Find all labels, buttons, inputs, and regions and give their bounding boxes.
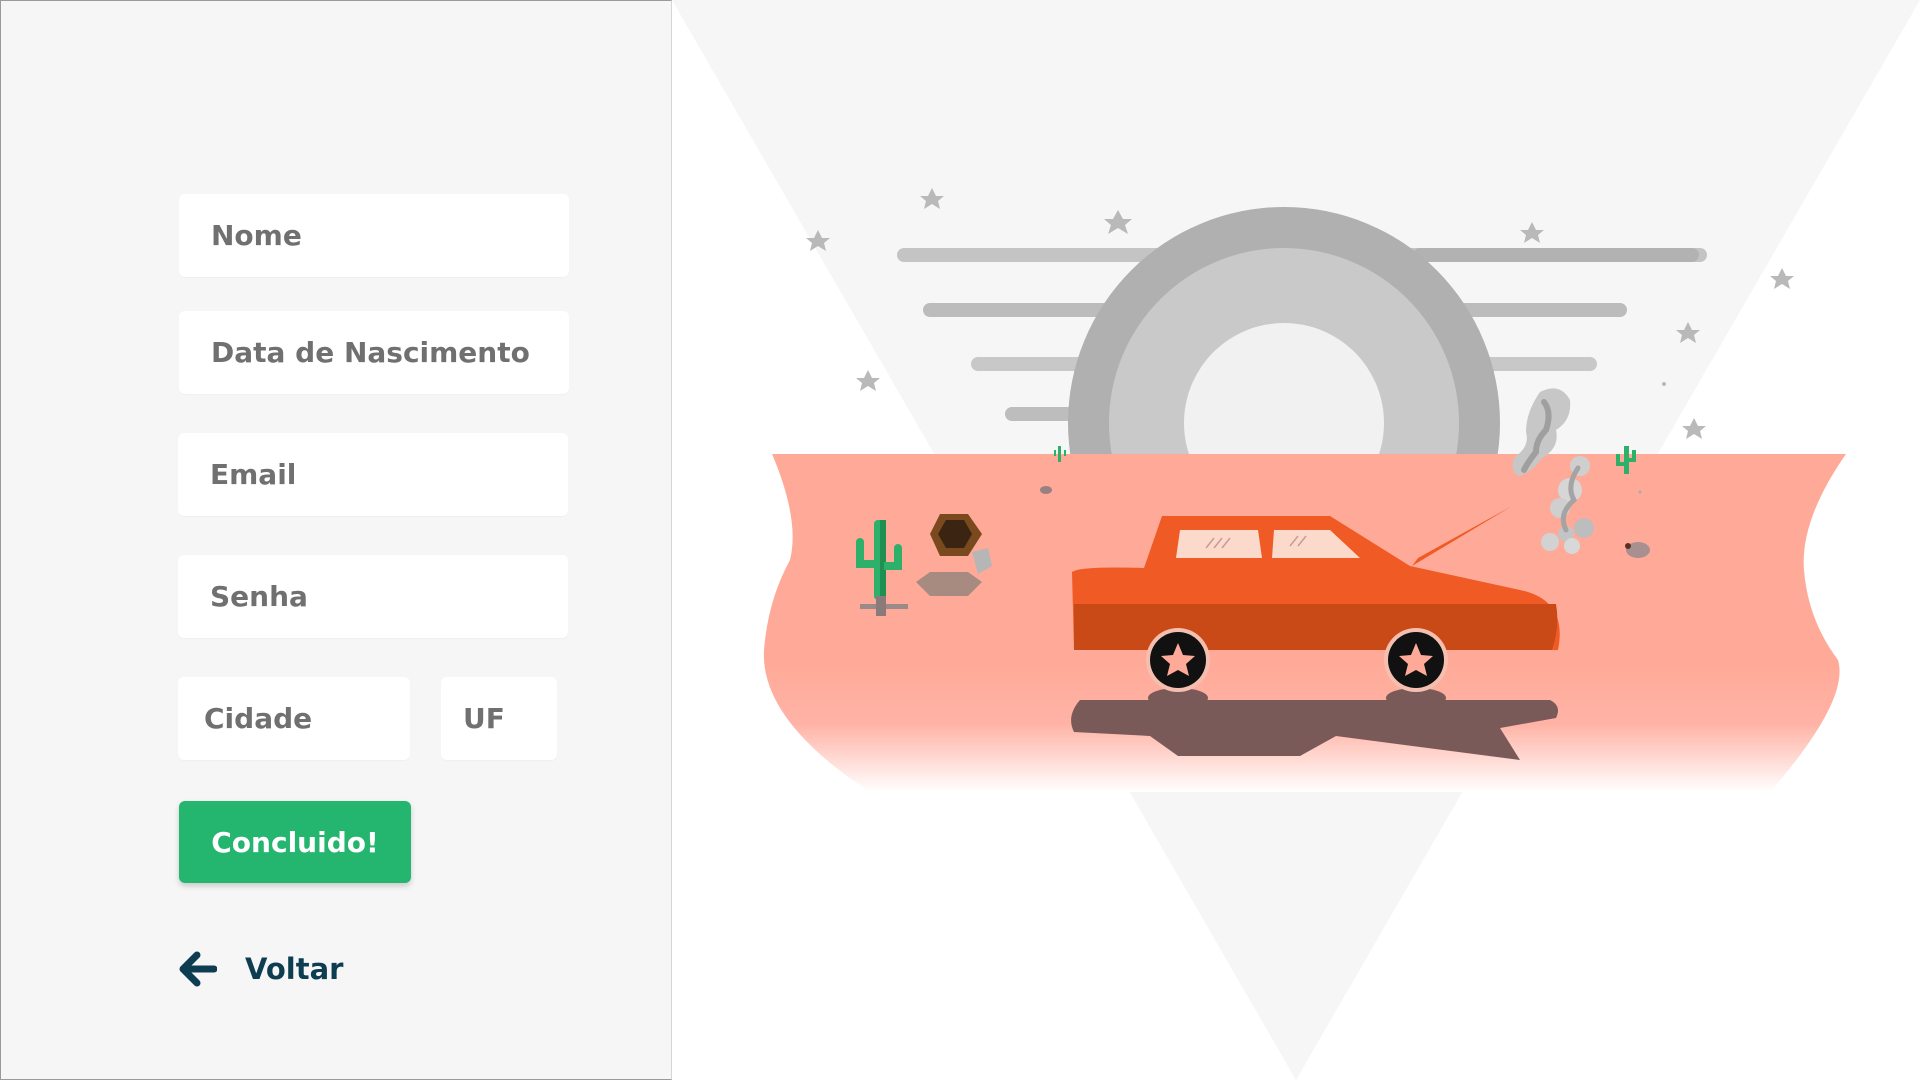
password-field-container [178,555,568,638]
name-field-container [179,194,569,277]
state-input[interactable] [441,677,557,760]
signup-form-panel: Concluido! Voltar [0,0,672,1080]
birthdate-input[interactable] [179,311,569,394]
broken-car-desert-illustration [672,0,1920,1080]
city-input[interactable] [178,677,410,760]
password-input[interactable] [178,555,568,638]
back-label: Voltar [245,952,344,986]
name-input[interactable] [179,194,569,277]
birthdate-field-container [179,311,569,394]
submit-button[interactable]: Concluido! [179,801,411,883]
back-link[interactable]: Voltar [179,946,343,992]
email-field-container [178,433,568,516]
state-field-container [441,677,557,760]
arrow-left-icon [179,951,217,987]
signup-page: Concluido! Voltar [0,0,1920,1080]
email-input[interactable] [178,433,568,516]
city-field-container [178,677,410,760]
